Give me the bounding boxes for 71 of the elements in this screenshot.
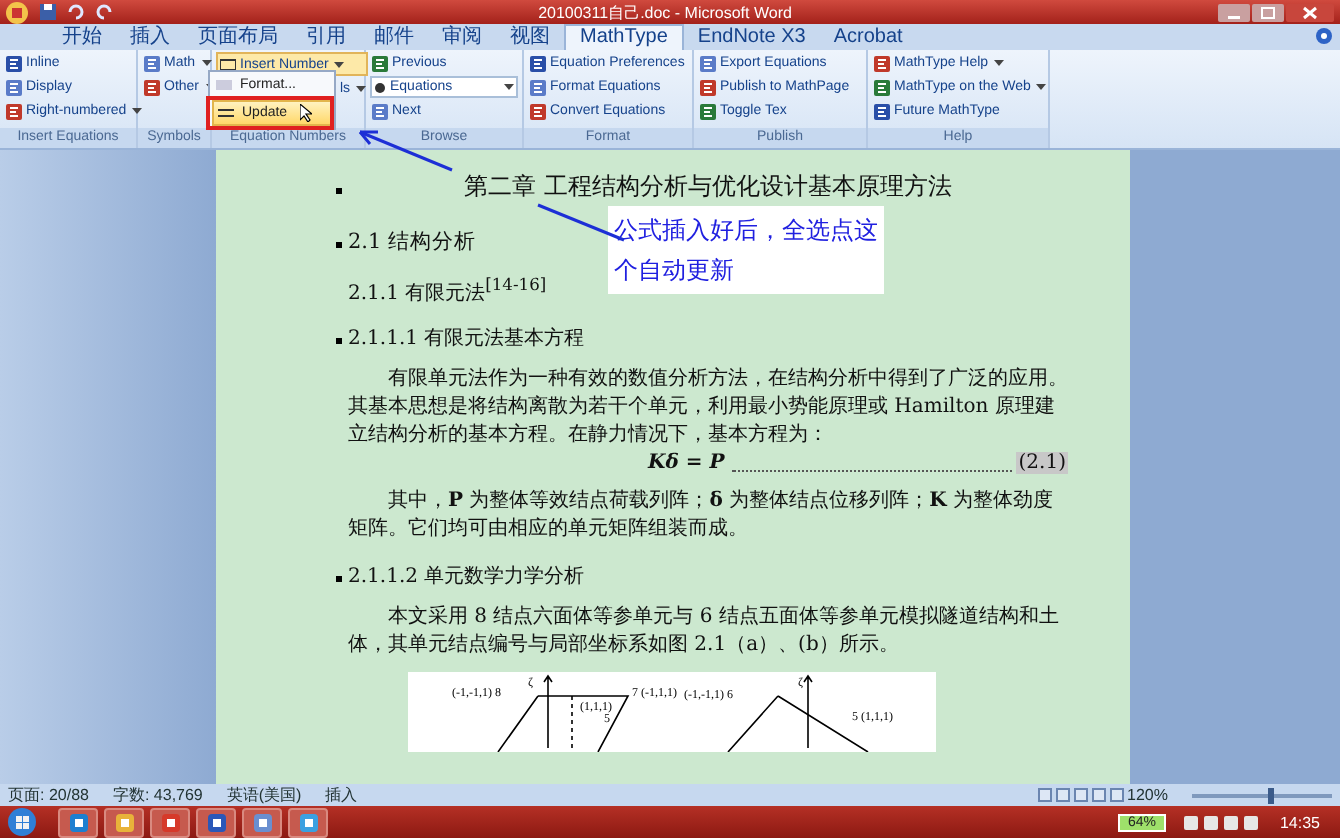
equation-icon [700, 55, 716, 71]
equation-icon [144, 79, 160, 95]
taskbar-button[interactable] [242, 807, 282, 837]
ribbon-tab[interactable]: 视图 [496, 26, 564, 50]
app-icon [253, 813, 271, 831]
app-icon [69, 813, 87, 831]
number-icon [220, 57, 236, 71]
heading: 2.1.1.2 单元数学力学分析 [348, 563, 585, 591]
highlight-rectangle [206, 96, 334, 130]
equation-number: (2.1) [1016, 452, 1068, 475]
ribbon-tab[interactable]: MathType [564, 24, 684, 50]
equation-icon [530, 103, 546, 119]
app-icon [115, 813, 133, 831]
equation-icon [874, 55, 890, 71]
start-button-icon[interactable] [8, 808, 36, 836]
help-icon[interactable] [1316, 27, 1332, 43]
equation-icon [874, 103, 890, 119]
menu-item-icon [216, 78, 232, 92]
equation-icon [6, 103, 22, 119]
equation-icon [372, 103, 388, 119]
ribbon-tab[interactable]: EndNote X3 [683, 26, 820, 50]
heading: 2.1 结构分析 [348, 228, 477, 256]
zoom-level[interactable]: 120% [1127, 786, 1168, 804]
paragraph: 有限单元法作为一种有效的数值分析方法，在结构分析中得到了广泛的应用。其基本思想是将结构离散为若干个单元，利用最小势能原理或 Hamilton 原理建立结构分析的基本方程。在静力情况下，基本方程为： [348, 366, 1068, 451]
status-text: 英语(美国) [226, 784, 302, 806]
undo-icon[interactable] [68, 4, 84, 20]
taskbar-button[interactable] [150, 807, 190, 837]
window-title: 20100311自己.doc - Microsoft Word [536, 1, 794, 23]
app-icon [299, 813, 317, 831]
heading: 第二章 工程结构分析与优化设计基本原理方法 [464, 170, 952, 204]
paragraph: 其中，P 为整体等效结点荷载列阵；δ 为整体结点位移列阵；K 为整体劲度矩阵。它们均可由相应的单元矩阵组装而成。 [348, 488, 1055, 545]
equation-icon [874, 79, 890, 95]
equation-icon [530, 79, 546, 95]
dot-icon [374, 81, 386, 93]
equation: Kδ = P [648, 452, 725, 475]
minimize-icon[interactable] [1218, 3, 1250, 21]
maximize-icon[interactable] [1252, 3, 1284, 21]
cursor-icon [299, 104, 312, 122]
status-text: 页面: 20/88 [8, 784, 89, 806]
taskbar-button[interactable] [196, 807, 236, 837]
taskbar-button[interactable] [288, 807, 328, 837]
heading: 2.1.1.1 有限元法基本方程 [348, 325, 585, 353]
ribbon-tab[interactable]: Acrobat [819, 26, 917, 50]
app-icon [207, 813, 225, 831]
equation-icon [6, 55, 22, 71]
ribbon-tab[interactable]: 开始 [48, 26, 116, 50]
close-icon[interactable] [1286, 3, 1334, 21]
save-icon[interactable] [40, 4, 56, 20]
equation-icon [530, 55, 546, 71]
slider-thumb[interactable] [1267, 787, 1273, 803]
equation-icon [6, 79, 22, 95]
status-text: 插入 [325, 784, 358, 806]
status-text: 字数: 43,769 [112, 784, 203, 806]
office-logo-icon[interactable] [6, 1, 28, 23]
taskbar-button[interactable] [104, 807, 144, 837]
equation-icon [700, 79, 716, 95]
app-icon [161, 813, 179, 831]
ribbon-tab[interactable]: 引用 [292, 26, 360, 50]
redo-icon[interactable] [96, 4, 112, 20]
ribbon-tab[interactable]: 页面布局 [184, 26, 292, 50]
equation-icon [144, 55, 160, 71]
equation-icon [372, 55, 388, 71]
ribbon-tab[interactable]: 插入 [116, 26, 184, 50]
clock[interactable]: 14:35 [1279, 813, 1320, 831]
ribbon-tab[interactable]: 邮件 [360, 26, 428, 50]
equation-icon [700, 103, 716, 119]
heading: 2.1.1 有限元法$^{[14-16]}$ [348, 274, 547, 307]
taskbar-button[interactable] [58, 807, 98, 837]
menu-item-icon [218, 106, 234, 120]
ribbon-tab[interactable]: 审阅 [428, 26, 496, 50]
paragraph: 本文采用 8 结点六面体等参单元与 6 结点五面体等参单元模拟隧道结构和土体，其单元结点编号与局部坐标系如图 2.1（a）、(b）所示。 [348, 604, 1061, 661]
